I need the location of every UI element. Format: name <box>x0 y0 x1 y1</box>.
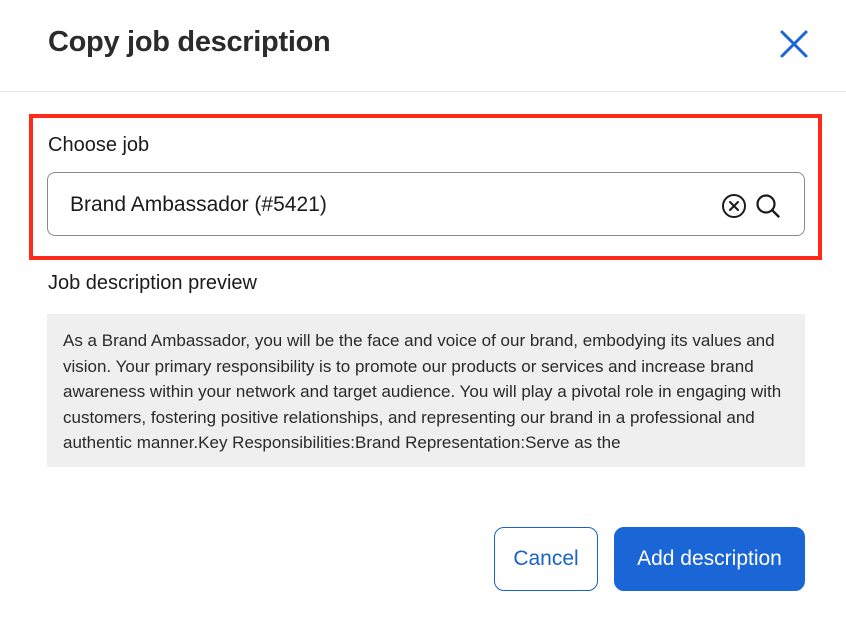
choose-job-select[interactable]: Brand Ambassador (#5421) <box>47 172 805 236</box>
dialog-header: Copy job description <box>0 0 846 92</box>
search-icon[interactable] <box>754 192 782 220</box>
close-icon <box>780 30 808 58</box>
dialog-title: Copy job description <box>48 26 331 58</box>
add-description-button[interactable]: Add description <box>614 527 805 591</box>
choose-job-value[interactable]: Brand Ambassador (#5421) <box>70 193 327 217</box>
copy-job-description-dialog: Copy job description Choose job Brand Am… <box>0 0 846 634</box>
job-description-preview-text: As a Brand Ambassador, you will be the f… <box>63 331 782 452</box>
job-description-preview-label: Job description preview <box>48 272 257 294</box>
choose-job-label: Choose job <box>48 134 150 156</box>
job-description-preview: As a Brand Ambassador, you will be the f… <box>47 314 805 467</box>
clear-circle-icon[interactable] <box>721 193 747 219</box>
close-button[interactable] <box>776 26 812 62</box>
cancel-button[interactable]: Cancel <box>494 527 598 591</box>
